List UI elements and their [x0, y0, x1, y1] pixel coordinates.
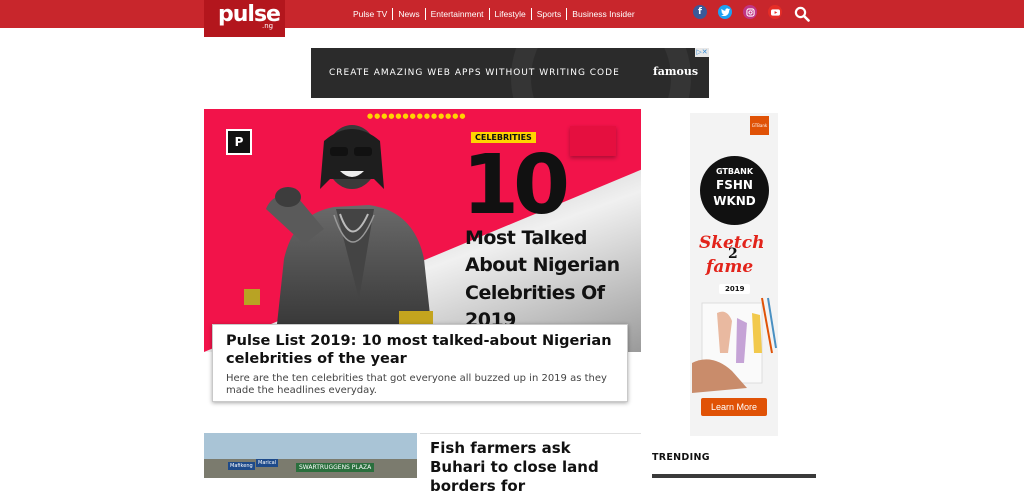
ad-banner-text: CREATE AMAZING WEB APPS WITHOUT WRITING … — [329, 68, 620, 78]
search-icon[interactable] — [794, 6, 810, 22]
plaza-sign: SWARTRUGGENS PLAZA — [296, 463, 375, 472]
trending-heading: TRENDING — [652, 452, 710, 463]
gtbank-badge: GTBank — [750, 116, 769, 135]
nav-lifestyle[interactable]: Lifestyle — [490, 8, 532, 20]
hero-big-number: 10 — [462, 138, 570, 233]
decor-square — [244, 289, 260, 305]
pulse-logo[interactable]: pulse .ng — [204, 0, 285, 37]
trending-thumbnail[interactable] — [652, 474, 816, 478]
hero-title[interactable]: Pulse List 2019: 10 most talked-about Ni… — [226, 332, 621, 368]
ad-brand: famous — [653, 65, 699, 78]
road-sign: Mafikeng — [228, 462, 255, 470]
hero-caption-card[interactable]: Pulse List 2019: 10 most talked-about Ni… — [212, 324, 628, 402]
twitter-icon[interactable] — [718, 5, 732, 19]
logo-sub: .ng — [262, 22, 274, 30]
main-nav: Pulse TV News Entertainment Lifestyle Sp… — [348, 7, 640, 21]
hero-image-line: About Nigerian — [465, 254, 620, 276]
nav-entertainment[interactable]: Entertainment — [426, 8, 490, 20]
learn-more-button[interactable]: Learn More — [701, 398, 767, 416]
article-title[interactable]: Fish farmers ask Buhari to close land bo… — [430, 439, 630, 496]
circle-line: WKND — [713, 194, 756, 208]
ad-close-icon[interactable]: ▷✕ — [695, 48, 709, 57]
divider — [420, 433, 641, 434]
hero-image-line: Celebrities Of — [465, 282, 605, 304]
facebook-icon[interactable]: f — [693, 5, 707, 19]
nav-business-insider[interactable]: Business Insider — [567, 8, 639, 20]
nav-sports[interactable]: Sports — [532, 8, 568, 20]
decor-square — [570, 126, 616, 156]
fame-text: fame — [706, 257, 754, 277]
ad-banner[interactable]: CREATE AMAZING WEB APPS WITHOUT WRITING … — [311, 48, 709, 98]
nav-pulse-tv[interactable]: Pulse TV — [348, 8, 394, 20]
pulse-p-logo-icon: P — [226, 129, 252, 155]
road-sign: Marical — [256, 459, 279, 467]
fashion-weekend-logo: GTBANK FSHN WKND — [700, 156, 769, 225]
hero-image-line: Most Talked — [465, 227, 587, 249]
hero-image[interactable]: P ●●●●●●●●●●●●●● CELEBRITIES 10 Most Tal… — [204, 109, 641, 352]
hero-description: Here are the ten celebrities that got ev… — [226, 373, 607, 396]
side-ad[interactable]: GTBank GTBANK FSHN WKND Sketch 2 fame 20… — [690, 113, 778, 436]
circle-line: GTBANK — [715, 167, 754, 176]
youtube-icon[interactable] — [768, 5, 782, 19]
sketch-illustration — [692, 297, 777, 393]
nav-news[interactable]: News — [393, 8, 426, 20]
instagram-icon[interactable] — [743, 5, 757, 19]
circle-line: FSHN — [716, 178, 753, 192]
article-thumbnail[interactable]: Mafikeng Marical SWARTRUGGENS PLAZA — [204, 433, 417, 478]
social-links: f — [693, 5, 782, 19]
